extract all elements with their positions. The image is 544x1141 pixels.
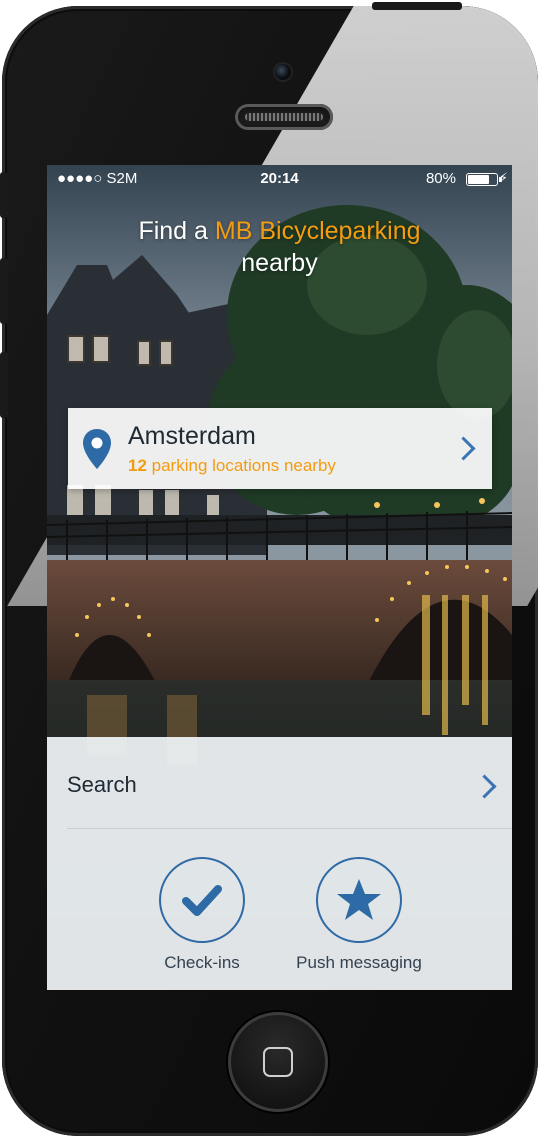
checkmark-icon bbox=[182, 885, 222, 916]
earpiece-speaker bbox=[235, 104, 333, 130]
title-brand: MB Bicycleparking bbox=[214, 217, 421, 245]
push-messaging-button[interactable]: Push messaging bbox=[279, 857, 439, 973]
mute-switch bbox=[0, 172, 8, 218]
bolt-icon: ⚡ bbox=[498, 170, 508, 185]
battery-percent: 80% bbox=[425, 170, 456, 187]
location-count: 12 bbox=[128, 456, 147, 475]
page-title: Find a MB Bicycleparking nearby bbox=[47, 215, 512, 279]
map-pin-icon bbox=[83, 429, 111, 469]
location-nearby-text: parking locations nearby bbox=[146, 456, 336, 475]
title-suffix: nearby bbox=[241, 249, 318, 277]
push-messaging-label: Push messaging bbox=[296, 953, 422, 972]
battery-icon bbox=[466, 173, 502, 186]
check-ins-circle bbox=[159, 857, 245, 943]
sleep-button bbox=[372, 2, 462, 10]
chevron-right-icon bbox=[472, 774, 497, 799]
location-subtitle: 12 parking locations nearby bbox=[128, 456, 336, 476]
front-camera bbox=[275, 64, 291, 80]
status-bar: ●●●●○ S2M 20:14 80% ⚡ bbox=[47, 165, 512, 191]
search-label: Search bbox=[67, 772, 137, 797]
push-messaging-circle bbox=[316, 857, 402, 943]
location-city: Amsterdam bbox=[128, 422, 256, 450]
bottom-panel: Search Check-ins Push messaging bbox=[47, 737, 512, 990]
home-button[interactable] bbox=[228, 1012, 328, 1112]
app-screen: ●●●●○ S2M 20:14 80% ⚡ Find a MB Bicyclep… bbox=[47, 165, 512, 990]
divider bbox=[67, 828, 512, 829]
star-icon bbox=[337, 879, 381, 920]
check-ins-button[interactable]: Check-ins bbox=[142, 857, 262, 973]
title-prefix: Find a bbox=[138, 217, 215, 245]
nearby-location-card[interactable]: Amsterdam 12 parking locations nearby bbox=[68, 408, 492, 489]
home-square-icon bbox=[263, 1047, 293, 1077]
volume-down-button bbox=[0, 352, 8, 418]
check-ins-label: Check-ins bbox=[164, 953, 240, 972]
volume-up-button bbox=[0, 258, 8, 324]
chevron-right-icon bbox=[451, 436, 476, 461]
search-row[interactable]: Search bbox=[47, 737, 512, 827]
